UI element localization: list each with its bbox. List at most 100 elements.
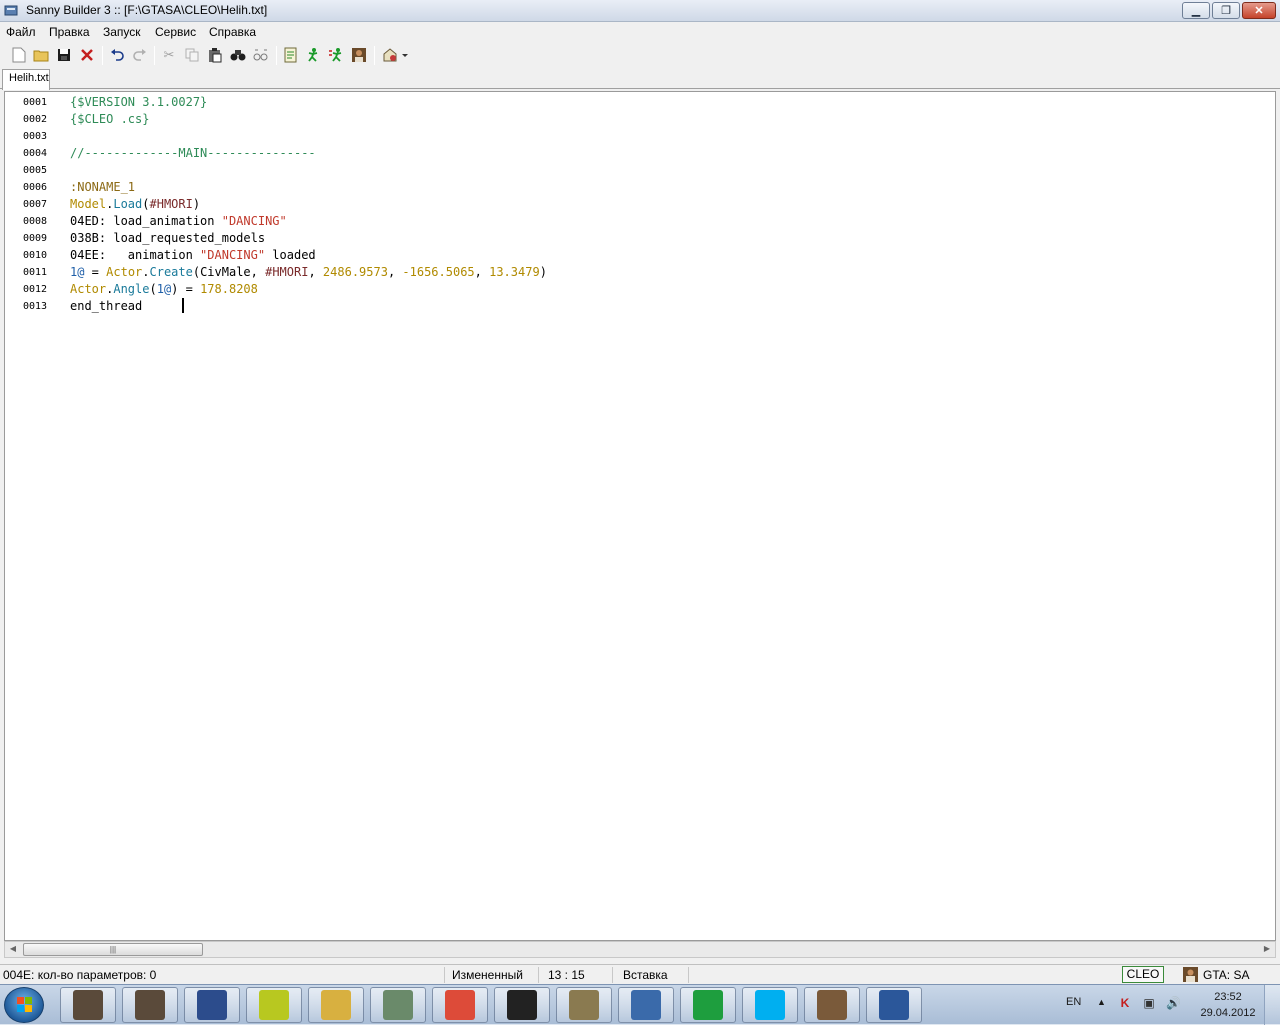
show-hidden-icons-icon[interactable]: ▲ [1097,997,1106,1007]
tab-helih[interactable]: Helih.txt [2,69,50,90]
line-code: 04ED: load_animation "DANCING" [70,213,287,230]
code-token: ( [149,282,157,296]
code-line[interactable]: 0011 1@ = Actor.Create(CivMale, #HMORI, 2… [5,264,1275,281]
code-token: "DANCING" [221,214,287,228]
taskbar-app-button[interactable] [246,987,302,1023]
code-token: (CivMale, [192,265,266,279]
open-folder-icon[interactable] [32,46,50,64]
taskbar-app-button[interactable] [432,987,488,1023]
taskbar-app-button[interactable] [184,987,240,1023]
code-token: #HMORI [265,265,309,279]
taskbar-app-button[interactable] [804,987,860,1023]
code-line[interactable]: 0010 04EE: animation "DANCING" loaded [5,247,1275,264]
taskbar-app-button[interactable] [122,987,178,1023]
taskbar-app-button[interactable] [494,987,550,1023]
status-separator [538,967,539,983]
menu-run[interactable]: Запуск [103,25,141,39]
code-token: ( [142,197,150,211]
code-token: . [142,265,150,279]
language-indicator[interactable]: EN [1066,996,1081,1008]
scroll-right-icon[interactable]: ▶ [1261,944,1273,956]
minimize-button[interactable]: ▁ [1182,2,1210,19]
clock-time[interactable]: 23:52 [1204,991,1252,1003]
save-icon[interactable] [55,46,73,64]
taskbar-app-button[interactable] [60,987,116,1023]
menu-service[interactable]: Сервис [155,25,196,39]
code-token: 04ED: load_animation [70,214,222,228]
status-separator [444,967,445,983]
windows-taskbar: EN ▲ K ▣ 🔊 23:52 29.04.2012 [0,984,1280,1025]
code-token: Create [149,265,193,279]
maximize-button[interactable]: ❐ [1212,2,1240,19]
redo-icon[interactable] [131,46,149,64]
text-cursor [182,298,184,313]
code-line[interactable]: 0008 04ED: load_animation "DANCING" [5,213,1275,230]
code-token: loaded [265,248,316,262]
taskbar-app-button[interactable] [308,987,364,1023]
network-icon[interactable]: ▣ [1142,996,1156,1010]
scroll-left-icon[interactable]: ◀ [7,944,19,956]
line-code: 038B: load_requested_models [70,230,265,247]
code-line[interactable]: 0002 {$CLEO .cs} [5,111,1275,128]
taskbar-app-button[interactable] [618,987,674,1023]
code-token: 038B: load_requested_models [70,231,266,245]
menu-edit[interactable]: Правка [49,25,90,39]
taskbar-app-button[interactable] [866,987,922,1023]
window-title: Sanny Builder 3 :: [F:\GTASA\CLEO\Helih.… [26,3,268,17]
cj-avatar-icon [135,990,165,1020]
code-line[interactable]: 0001 {$VERSION 3.1.0027} [5,94,1275,111]
code-token: -1656.5065 [402,265,475,279]
start-button[interactable] [4,987,44,1023]
replace-icon[interactable] [252,46,270,64]
taskbar-app-button[interactable] [370,987,426,1023]
taskbar-app-button[interactable] [680,987,736,1023]
game-label[interactable]: GTA: SA [1203,968,1249,982]
show-desktop-button[interactable] [1264,985,1280,1025]
cleo-mode-badge[interactable]: CLEO [1122,966,1164,983]
scroll-thumb[interactable]: ||| [23,943,203,956]
line-number: 0008 [23,216,48,227]
code-line[interactable]: 0004 //-------------MAIN--------------- [5,145,1275,162]
menu-file[interactable]: Файл [6,25,36,39]
taskbar-app-button[interactable] [556,987,612,1023]
code-token: 178.8208 [200,282,258,296]
close-button[interactable]: ✕ [1242,2,1276,19]
chrome-icon [445,990,475,1020]
code-token: Load [113,197,143,211]
code-token: ) [539,265,547,279]
code-token: "DANCING" [200,248,266,262]
copy-icon[interactable] [183,46,201,64]
code-token: 13.3479 [489,265,540,279]
toolbar-separator [102,46,103,65]
new-file-icon[interactable] [10,46,28,64]
code-line[interactable]: 0006:NONAME_1 [5,179,1275,196]
title-bar[interactable]: Sanny Builder 3 :: [F:\GTASA\CLEO\Helih.… [0,0,1280,22]
undo-icon[interactable] [108,46,126,64]
code-line[interactable]: 0007 Model.Load(#HMORI) [5,196,1275,213]
code-line[interactable]: 0012 Actor.Angle(1@) = 178.8208 [5,281,1275,298]
close-file-icon[interactable] [78,46,96,64]
code-editor[interactable]: 0001 {$VERSION 3.1.0027} 0002 {$CLEO .cs} 00… [4,91,1276,941]
code-line[interactable]: 0005 [5,162,1275,179]
clock-date[interactable]: 29.04.2012 [1196,1007,1260,1019]
antivirus-icon[interactable]: K [1118,996,1132,1010]
tools-dropdown-icon[interactable] [380,46,410,64]
game-icon[interactable] [350,46,368,64]
taskbar-app-button[interactable] [742,987,798,1023]
volume-icon[interactable]: 🔊 [1166,996,1181,1010]
menu-help[interactable]: Справка [209,25,256,39]
compile-icon[interactable] [282,46,300,64]
code-line[interactable]: 0013 end_thread [5,298,1275,315]
menu-bar: Файл Правка Запуск Сервис Справка [0,22,1280,42]
s-logo-icon [507,990,537,1020]
toolbar-separator [154,46,155,65]
code-line[interactable]: 0009 038B: load_requested_models [5,230,1275,247]
compile-run-icon[interactable] [327,46,345,64]
code-line[interactable]: 0003 [5,128,1275,145]
line-number: 0003 [23,131,48,142]
run-icon[interactable] [304,46,322,64]
find-icon[interactable] [229,46,247,64]
horizontal-scrollbar[interactable]: ◀ ||| ▶ [4,941,1276,958]
cut-icon[interactable]: ✂ [160,46,178,64]
paste-icon[interactable] [206,46,224,64]
